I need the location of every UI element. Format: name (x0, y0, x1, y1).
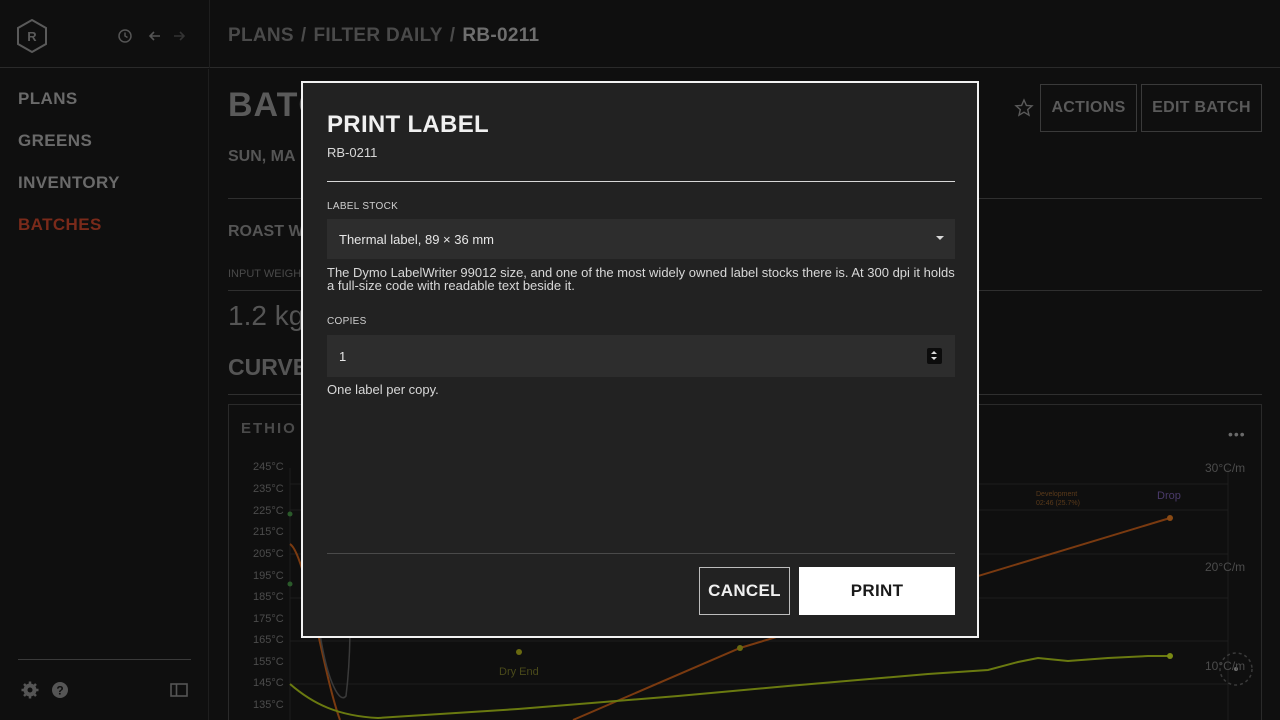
chevron-down-icon (936, 236, 944, 240)
copies-help: One label per copy. (327, 382, 439, 397)
print-label-dialog: PRINT LABEL RB-0211 LABEL STOCK Thermal … (301, 81, 979, 638)
dialog-header-divider (327, 181, 955, 182)
label-stock-value: Thermal label, 89 × 36 mm (339, 231, 494, 247)
stepper-up-icon[interactable] (931, 351, 937, 354)
print-button[interactable]: PRINT (799, 567, 955, 615)
dialog-footer-divider (327, 553, 955, 554)
copies-stepper[interactable] (927, 348, 942, 364)
cancel-button[interactable]: CANCEL (699, 567, 790, 615)
label-stock-help: The Dymo LabelWriter 99012 size, and one… (327, 265, 955, 293)
copies-value: 1 (339, 348, 347, 364)
stepper-down-icon[interactable] (931, 357, 937, 360)
label-stock-select[interactable]: Thermal label, 89 × 36 mm (327, 219, 955, 259)
label-stock-label: LABEL STOCK (327, 201, 399, 212)
copies-input[interactable]: 1 (327, 335, 955, 377)
app-root: R PLANS / FILTER DAILY / RB-0211 PLANS GREEN… (0, 0, 1280, 720)
copies-label: COPIES (327, 316, 367, 327)
dialog-subtitle: RB-0211 (327, 145, 378, 160)
dialog-title: PRINT LABEL (327, 111, 489, 138)
